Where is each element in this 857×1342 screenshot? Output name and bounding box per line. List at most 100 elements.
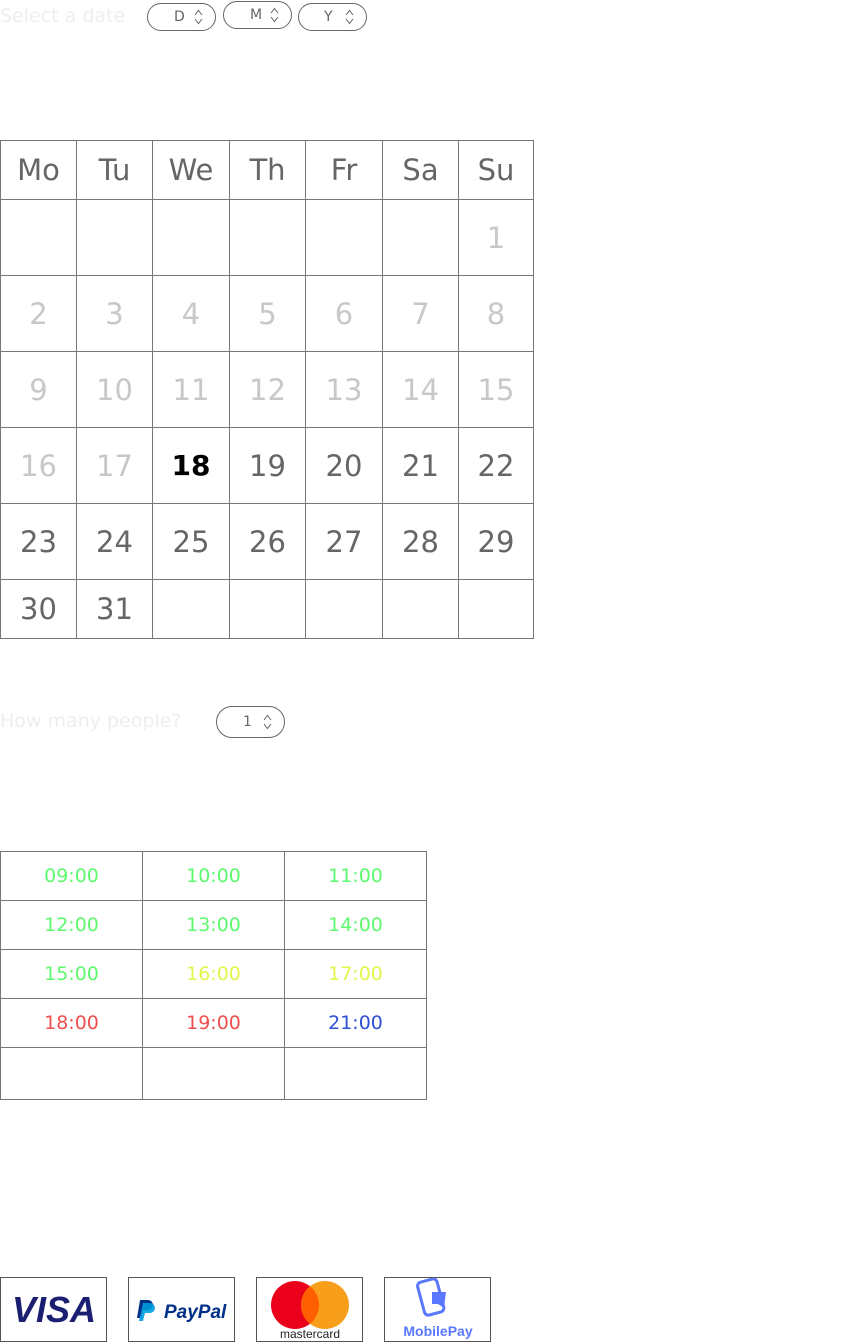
calendar-day[interactable]: 27 (305, 503, 383, 580)
calendar-week: 2 3 4 5 6 7 8 (0, 275, 534, 352)
visa-payment-option[interactable]: VISA (0, 1277, 107, 1342)
calendar-day-past: 9 (0, 351, 77, 428)
time-slot-row: 18:00 19:00 21:00 (0, 998, 427, 1048)
stepper-arrows-icon (345, 9, 354, 25)
calendar-day-past: 14 (382, 351, 459, 428)
calendar-day[interactable]: 28 (382, 503, 459, 580)
calendar-empty-cell (305, 579, 383, 639)
calendar-week: 23 24 25 26 27 28 29 (0, 503, 534, 580)
time-slot[interactable]: 09:00 (0, 851, 143, 901)
calendar-empty-cell (382, 579, 459, 639)
month-select[interactable]: M (223, 1, 292, 29)
calendar-week: 9 10 11 12 13 14 15 (0, 351, 534, 428)
mobilepay-payment-option[interactable]: MobilePay (384, 1277, 491, 1342)
weekday-header-row: Mo Tu We Th Fr Sa Su (0, 140, 534, 200)
calendar-empty-cell (0, 199, 77, 276)
time-slot-grid: 09:00 10:00 11:00 12:00 13:00 14:00 15:0… (0, 851, 427, 1100)
stepper-arrows-icon (194, 9, 203, 25)
time-slot[interactable]: 18:00 (0, 998, 143, 1048)
time-slot[interactable]: 17:00 (284, 949, 427, 999)
calendar-day-past: 11 (152, 351, 230, 428)
calendar-empty-cell (152, 199, 230, 276)
time-slot-label: 18:00 (44, 1012, 99, 1034)
weekday-fr: Fr (305, 140, 383, 200)
time-slot[interactable]: 21:00 (284, 998, 427, 1048)
calendar-day-past: 10 (76, 351, 153, 428)
calendar-day[interactable]: 29 (458, 503, 534, 580)
time-slot-row: 15:00 16:00 17:00 (0, 949, 427, 999)
calendar-week: 1 (0, 199, 534, 276)
calendar-day[interactable]: 24 (76, 503, 153, 580)
mastercard-payment-option[interactable]: mastercard (256, 1277, 363, 1342)
calendar-empty-cell (229, 199, 306, 276)
time-slot-row: 12:00 13:00 14:00 (0, 900, 427, 950)
people-stepper[interactable]: 1 (216, 706, 285, 738)
year-select[interactable]: Y (298, 3, 367, 31)
time-slot[interactable]: 13:00 (142, 900, 285, 950)
calendar-day-past: 5 (229, 275, 306, 352)
calendar-empty-cell (229, 579, 306, 639)
paypal-logo-text: PayPal (164, 1302, 227, 1323)
select-date-label: Select a date (0, 5, 126, 27)
calendar-day[interactable]: 26 (229, 503, 306, 580)
calendar-day[interactable]: 30 (0, 579, 77, 639)
time-slot-label: 19:00 (186, 1012, 241, 1034)
calendar-day[interactable]: 21 (382, 427, 459, 504)
calendar-day[interactable]: 19 (229, 427, 306, 504)
mastercard-logo: mastercard (271, 1281, 349, 1341)
calendar-day[interactable]: 31 (76, 579, 153, 639)
time-slot-row: 09:00 10:00 11:00 (0, 851, 427, 901)
month-select-value: M (250, 7, 263, 23)
year-select-value: Y (324, 9, 333, 25)
calendar-day-past: 6 (305, 275, 383, 352)
calendar-day[interactable]: 22 (458, 427, 534, 504)
calendar-empty-cell (382, 199, 459, 276)
time-slot-label: 11:00 (328, 865, 383, 887)
calendar-day-today[interactable]: 18 (152, 427, 230, 504)
time-slot-label: 17:00 (328, 963, 383, 985)
time-slot[interactable]: 14:00 (284, 900, 427, 950)
time-slot[interactable]: 10:00 (142, 851, 285, 901)
weekday-sa: Sa (382, 140, 459, 200)
calendar-empty-cell (305, 199, 383, 276)
mobilepay-logo: MobilePay (403, 1278, 473, 1339)
day-select[interactable]: D (147, 3, 216, 31)
time-slot[interactable]: 16:00 (142, 949, 285, 999)
time-slot-label: 13:00 (186, 914, 241, 936)
mastercard-logo-text: mastercard (280, 1327, 340, 1341)
people-stepper-value: 1 (243, 714, 252, 730)
day-select-value: D (174, 9, 185, 25)
calendar-grid: Mo Tu We Th Fr Sa Su 1 2 3 4 5 6 7 8 9 1… (0, 140, 534, 639)
time-slot-label: 14:00 (328, 914, 383, 936)
calendar-empty-cell (76, 199, 153, 276)
calendar-empty-cell (458, 579, 534, 639)
calendar-day[interactable]: 23 (0, 503, 77, 580)
calendar-day-past: 4 (152, 275, 230, 352)
calendar-week: 30 31 (0, 579, 534, 639)
calendar-day-past: 16 (0, 427, 77, 504)
time-slot-empty (142, 1047, 285, 1100)
weekday-su: Su (458, 140, 534, 200)
stepper-arrows-icon (263, 714, 272, 730)
calendar-day-past: 8 (458, 275, 534, 352)
calendar-day-past: 12 (229, 351, 306, 428)
time-slot-label: 09:00 (44, 865, 99, 887)
time-slot[interactable]: 19:00 (142, 998, 285, 1048)
time-slot-label: 12:00 (44, 914, 99, 936)
calendar-day[interactable]: 25 (152, 503, 230, 580)
time-slot-empty (0, 1047, 143, 1100)
time-slot[interactable]: 15:00 (0, 949, 143, 999)
weekday-tu: Tu (76, 140, 153, 200)
time-slot-label: 10:00 (186, 865, 241, 887)
paypal-payment-option[interactable]: PayPal (128, 1277, 235, 1342)
calendar-day[interactable]: 20 (305, 427, 383, 504)
time-slot-empty (284, 1047, 427, 1100)
calendar-day-past: 17 (76, 427, 153, 504)
paypal-logo: PayPal (137, 1300, 227, 1323)
time-slot[interactable]: 11:00 (284, 851, 427, 901)
time-slot[interactable]: 12:00 (0, 900, 143, 950)
calendar-day-past: 13 (305, 351, 383, 428)
time-slot-label: 15:00 (44, 963, 99, 985)
time-slot-label: 21:00 (328, 1012, 383, 1034)
calendar-day-past: 15 (458, 351, 534, 428)
